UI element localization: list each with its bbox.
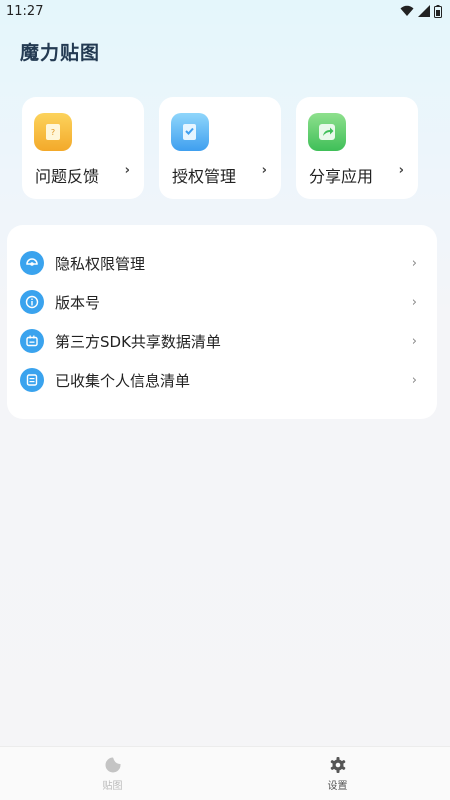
- chevron-right-icon: ›: [411, 333, 417, 349]
- sdk-list-icon: [20, 329, 44, 353]
- menu-item-sdk-list[interactable]: 第三方SDK共享数据清单 ›: [7, 322, 437, 360]
- svg-text:?: ?: [51, 128, 55, 137]
- share-card[interactable]: 分享应用 ›: [296, 97, 418, 199]
- gear-icon: [330, 757, 345, 773]
- sticker-icon: [105, 757, 120, 773]
- menu-item-privacy[interactable]: 隐私权限管理 ›: [7, 244, 437, 282]
- app-title: 魔力贴图: [20, 42, 101, 64]
- feedback-icon: ?: [34, 113, 72, 151]
- nav-tab-sticker[interactable]: 贴图: [0, 747, 225, 800]
- authorization-label: 授权管理: [172, 167, 237, 186]
- menu-item-personal-info[interactable]: 已收集个人信息清单 ›: [7, 361, 437, 399]
- personal-info-icon: [20, 368, 44, 392]
- feedback-label: 问题反馈: [35, 167, 100, 186]
- authorization-card[interactable]: 授权管理 ›: [159, 97, 281, 199]
- battery-icon: [434, 4, 442, 18]
- privacy-icon: [20, 251, 44, 275]
- status-bar: 11:27: [0, 0, 450, 22]
- chevron-right-icon: ›: [124, 163, 130, 178]
- wifi-icon: [400, 5, 414, 16]
- chevron-right-icon: ›: [411, 255, 417, 271]
- chevron-right-icon: ›: [398, 163, 404, 178]
- share-icon: [308, 113, 346, 151]
- bottom-nav: 贴图 设置: [0, 746, 450, 800]
- status-time: 11:27: [6, 3, 44, 19]
- info-icon: [20, 290, 44, 314]
- menu-item-label: 已收集个人信息清单: [55, 371, 191, 390]
- status-icons: [400, 4, 442, 18]
- chevron-right-icon: ›: [411, 294, 417, 310]
- nav-label: 设置: [327, 781, 348, 792]
- authorization-icon: [171, 113, 209, 151]
- chevron-right-icon: ›: [411, 372, 417, 388]
- signal-icon: [418, 5, 430, 17]
- settings-menu: 隐私权限管理 › 版本号 › 第三方SDK共享数据清单 › 已收集个人信息清单 …: [7, 225, 437, 419]
- menu-item-label: 第三方SDK共享数据清单: [55, 332, 221, 351]
- share-label: 分享应用: [309, 167, 374, 186]
- feedback-card[interactable]: ? 问题反馈 ›: [22, 97, 144, 199]
- chevron-right-icon: ›: [261, 163, 267, 178]
- menu-item-label: 版本号: [55, 293, 101, 312]
- menu-item-label: 隐私权限管理: [55, 254, 146, 273]
- nav-tab-settings[interactable]: 设置: [225, 747, 450, 800]
- nav-label: 贴图: [102, 781, 123, 792]
- menu-item-version[interactable]: 版本号 ›: [7, 283, 437, 321]
